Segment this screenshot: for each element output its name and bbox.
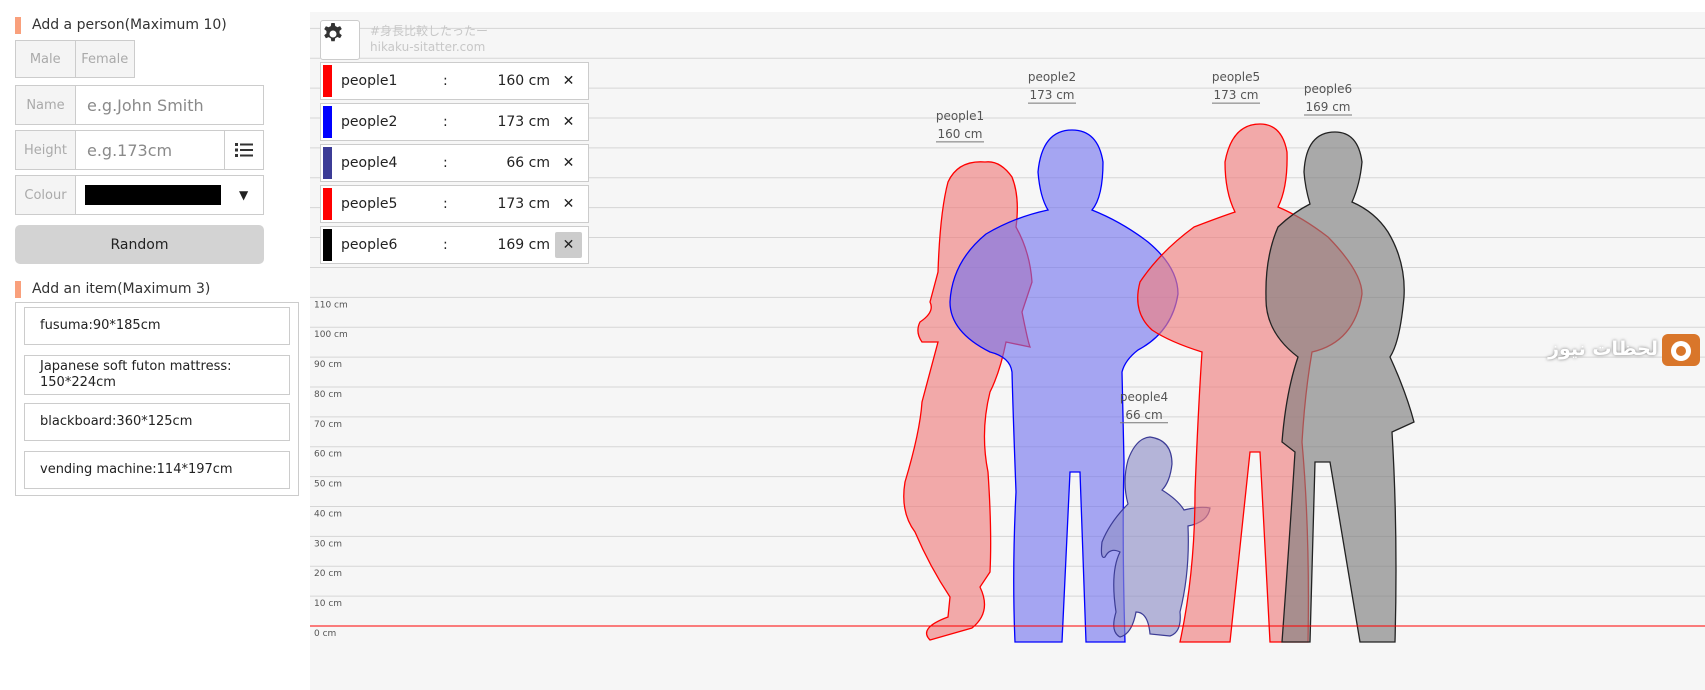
gear-icon bbox=[324, 23, 342, 42]
separator: : bbox=[443, 155, 448, 171]
person-row[interactable]: people6 : 169 cm ✕ bbox=[320, 226, 589, 264]
figure-name-label: people2 bbox=[1028, 70, 1076, 84]
person-color-swatch bbox=[323, 188, 332, 220]
height-label: Height bbox=[16, 131, 76, 169]
name-row: Name bbox=[15, 85, 264, 125]
person-height: 173 cm bbox=[497, 196, 550, 212]
figure-name-label: people5 bbox=[1212, 70, 1260, 84]
logo-text: لحظات نيوز bbox=[1548, 338, 1658, 360]
person-name: people4 bbox=[341, 155, 398, 171]
tick-label: 40 cm bbox=[314, 509, 342, 519]
item-fusuma[interactable]: fusuma:90*185cm bbox=[24, 307, 290, 345]
watermark-hashtag: #身長比較したったー bbox=[370, 24, 489, 38]
figure-height-label: 160 cm bbox=[937, 127, 982, 141]
person-name: people6 bbox=[341, 237, 398, 253]
add-person-title: Add a person(Maximum 10) bbox=[32, 17, 227, 33]
figure-name-label: people1 bbox=[936, 109, 984, 123]
separator: : bbox=[443, 73, 448, 89]
tick-label: 0 cm bbox=[314, 629, 336, 639]
colour-row: Colour ▼ bbox=[15, 175, 264, 215]
tick-label: 100 cm bbox=[314, 330, 348, 340]
tick-label: 90 cm bbox=[314, 360, 342, 370]
tick-label: 50 cm bbox=[314, 480, 342, 490]
figure-height-label: 173 cm bbox=[1029, 88, 1074, 102]
height-list-button[interactable] bbox=[224, 131, 263, 169]
person-color-swatch bbox=[323, 229, 332, 261]
separator: : bbox=[443, 114, 448, 130]
figure-height-label: 66 cm bbox=[1125, 408, 1162, 422]
person-color-swatch bbox=[323, 147, 332, 179]
person-height: 173 cm bbox=[497, 114, 550, 130]
close-icon[interactable]: ✕ bbox=[555, 191, 582, 217]
person-row[interactable]: people1 : 160 cm ✕ bbox=[320, 62, 589, 100]
separator: : bbox=[443, 196, 448, 212]
figure-name-label: people4 bbox=[1120, 390, 1168, 404]
section-marker bbox=[15, 16, 21, 34]
tick-label: 110 cm bbox=[314, 300, 348, 310]
colour-select[interactable]: ▼ bbox=[76, 176, 263, 214]
person-height: 66 cm bbox=[506, 155, 550, 171]
person-row[interactable]: people4 : 66 cm ✕ bbox=[320, 144, 589, 182]
person-name: people5 bbox=[341, 196, 398, 212]
height-chart: 0 cm 10 cm 20 cm 30 cm 40 cm 50 cm 60 cm 70 cm 8… bbox=[310, 12, 1705, 690]
chevron-down-icon: ▼ bbox=[239, 188, 249, 202]
close-icon[interactable]: ✕ bbox=[555, 68, 582, 94]
person-color-swatch bbox=[323, 65, 332, 97]
random-button[interactable]: Random bbox=[15, 225, 264, 264]
watermark-url: hikaku-sitatter.com bbox=[370, 40, 486, 54]
height-row: Height bbox=[15, 130, 264, 170]
colour-swatch bbox=[85, 185, 221, 205]
person-color-swatch bbox=[323, 106, 332, 138]
tick-label: 30 cm bbox=[314, 539, 342, 549]
person-name: people1 bbox=[341, 73, 398, 89]
figure-height-label: 169 cm bbox=[1305, 100, 1350, 114]
item-blackboard[interactable]: blackboard:360*125cm bbox=[24, 403, 290, 441]
colour-label: Colour bbox=[16, 176, 76, 214]
close-icon[interactable]: ✕ bbox=[555, 109, 582, 135]
tick-label: 70 cm bbox=[314, 420, 342, 430]
site-logo: لحظات نيوز bbox=[1544, 330, 1704, 370]
close-icon[interactable]: ✕ bbox=[555, 232, 582, 258]
tick-label: 10 cm bbox=[314, 599, 342, 609]
item-futon-mattress[interactable]: Japanese soft futon mattress: 150*224cm bbox=[24, 355, 290, 395]
add-person-header: Add a person(Maximum 10) bbox=[15, 15, 227, 35]
person-row[interactable]: people2 : 173 cm ✕ bbox=[320, 103, 589, 141]
gender-selector: Male Female bbox=[15, 40, 135, 78]
person-height: 160 cm bbox=[497, 73, 550, 89]
item-list: fusuma:90*185cm Japanese soft futon matt… bbox=[15, 302, 299, 496]
settings-button[interactable] bbox=[320, 20, 360, 60]
name-label: Name bbox=[16, 86, 76, 124]
person-height: 169 cm bbox=[497, 237, 550, 253]
person-name: people2 bbox=[341, 114, 398, 130]
item-vending-machine[interactable]: vending machine:114*197cm bbox=[24, 451, 290, 489]
left-panel: Add a person(Maximum 10) Male Female Nam… bbox=[0, 0, 300, 690]
figure-height-label: 173 cm bbox=[1213, 88, 1258, 102]
tick-label: 80 cm bbox=[314, 390, 342, 400]
list-icon bbox=[235, 143, 253, 157]
name-input[interactable] bbox=[85, 94, 219, 116]
add-item-title: Add an item(Maximum 3) bbox=[32, 281, 211, 297]
close-icon[interactable]: ✕ bbox=[555, 150, 582, 176]
person-row[interactable]: people5 : 173 cm ✕ bbox=[320, 185, 589, 223]
section-marker bbox=[15, 280, 21, 298]
figure-name-label: people6 bbox=[1304, 82, 1352, 96]
male-button[interactable]: Male bbox=[15, 40, 75, 78]
female-button[interactable]: Female bbox=[74, 40, 135, 78]
tick-label: 60 cm bbox=[314, 450, 342, 460]
tick-labels: 0 cm 10 cm 20 cm 30 cm 40 cm 50 cm 60 cm 70 cm 8… bbox=[314, 300, 348, 639]
height-input[interactable] bbox=[85, 139, 219, 161]
add-item-header: Add an item(Maximum 3) bbox=[15, 279, 210, 299]
tick-label: 20 cm bbox=[314, 569, 342, 579]
separator: : bbox=[443, 237, 448, 253]
